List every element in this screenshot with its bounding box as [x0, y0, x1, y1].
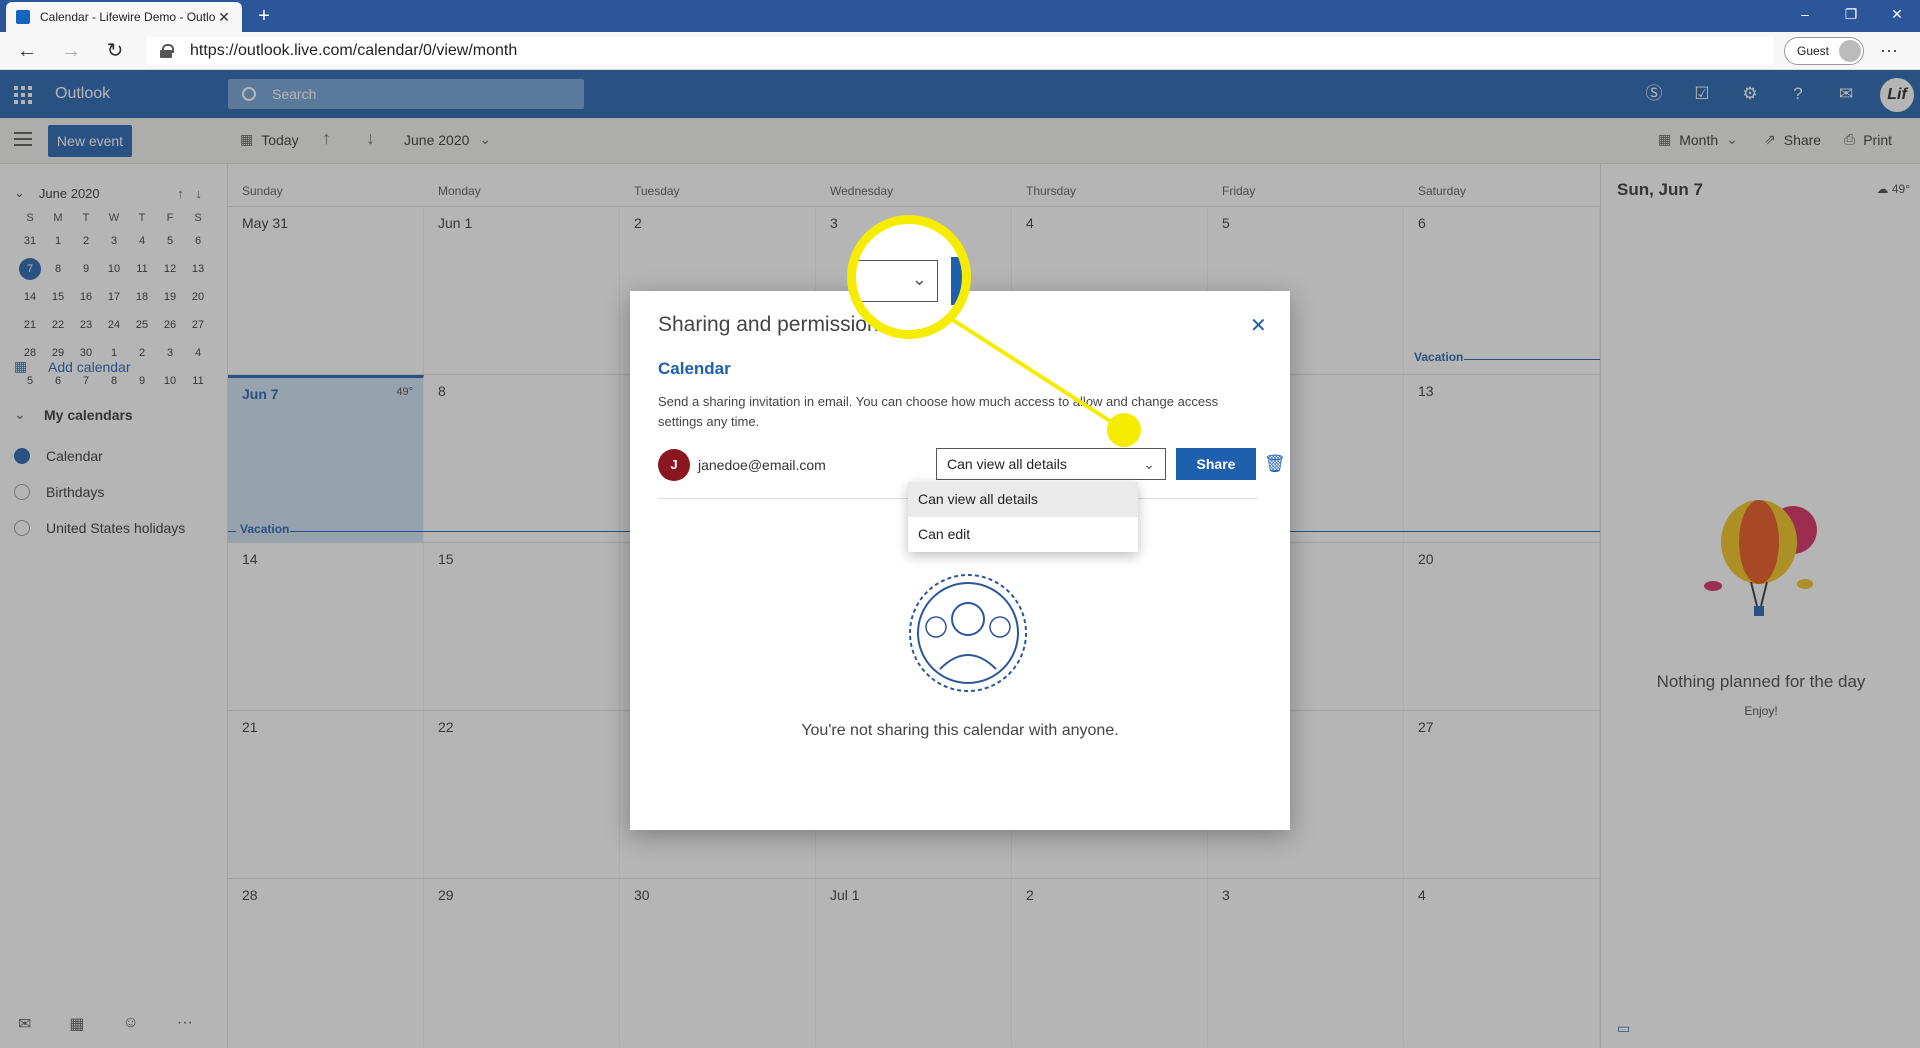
person-avatar: J: [658, 449, 690, 481]
chevron-down-icon: ⌄: [911, 269, 927, 289]
permission-select-value: Can view all details: [947, 456, 1067, 472]
not-sharing-illustration: [909, 574, 1027, 692]
minimize-icon[interactable]: –: [1782, 0, 1828, 32]
dialog-title: Sharing and permissions: [658, 313, 890, 336]
url-text: https://outlook.live.com/calendar/0/view…: [190, 42, 518, 59]
restore-icon[interactable]: ❐: [1828, 0, 1874, 32]
magnified-select: ⌄: [858, 260, 938, 302]
sharing-permissions-dialog: Sharing and permissions ✕ Calendar Send …: [630, 291, 1290, 830]
url-field[interactable]: https://outlook.live.com/calendar/0/view…: [146, 37, 1774, 65]
refresh-icon[interactable]: ↻: [102, 39, 128, 65]
chevron-down-icon: ⌄: [1143, 455, 1155, 472]
dialog-description: Send a sharing invitation in email. You …: [658, 394, 1219, 429]
back-icon[interactable]: ←: [14, 39, 40, 65]
lock-icon: [160, 44, 174, 58]
profile-button[interactable]: Guest: [1784, 37, 1864, 65]
close-icon[interactable]: ✕: [1250, 313, 1267, 338]
calendar-favicon-icon: [16, 10, 30, 24]
browser-tab[interactable]: Calendar - Lifewire Demo - Outlo ✕: [6, 2, 242, 32]
share-invite-row: J janedoe@email.com Can view all details…: [658, 448, 1286, 482]
not-sharing-message: You're not sharing this calendar with an…: [801, 722, 1119, 739]
profile-label: Guest: [1797, 44, 1830, 58]
callout-target-dot: [1107, 413, 1141, 447]
address-bar-row: ← → ↻ https://outlook.live.com/calendar/…: [0, 32, 1920, 70]
window-close-icon[interactable]: ✕: [1874, 0, 1920, 32]
tab-close-icon[interactable]: ✕: [216, 9, 232, 26]
permission-dropdown: Can view all details Can edit: [908, 482, 1138, 552]
permission-select[interactable]: Can view all details ⌄: [936, 448, 1166, 480]
new-tab-icon[interactable]: +: [252, 4, 276, 28]
browser-tab-bar: Calendar - Lifewire Demo - Outlo ✕ + – ❐…: [0, 0, 1920, 32]
forward-icon[interactable]: →: [58, 39, 84, 65]
option-can-edit[interactable]: Can edit: [908, 517, 1138, 552]
callout-magnifier: ⌄: [847, 215, 971, 339]
delete-trash-icon[interactable]: 🗑: [1264, 454, 1286, 474]
share-button[interactable]: Share: [1176, 448, 1256, 480]
invitee-email: janedoe@email.com: [698, 457, 826, 473]
dialog-calendar-name: Calendar: [658, 359, 731, 378]
tab-title: Calendar - Lifewire Demo - Outlo: [40, 10, 216, 24]
browser-more-icon[interactable]: ···: [1880, 40, 1898, 61]
option-can-view-all-details[interactable]: Can view all details: [908, 482, 1138, 517]
profile-avatar-icon: [1839, 40, 1862, 62]
